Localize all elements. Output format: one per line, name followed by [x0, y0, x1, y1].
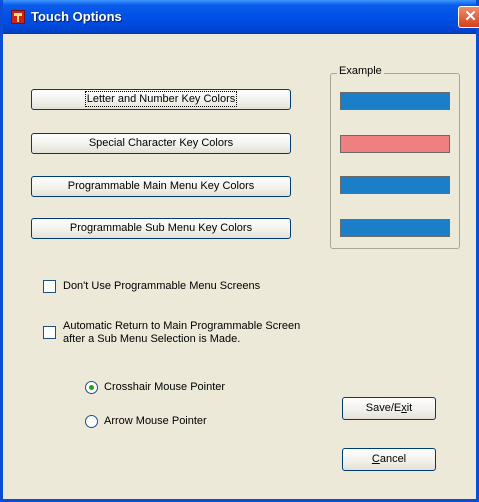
save-exit-button[interactable]: Save/Exit — [342, 397, 436, 420]
save-exit-label: Save/Exit — [365, 402, 413, 414]
letter-number-color-swatch — [340, 92, 450, 110]
special-character-colors-label: Special Character Key Colors — [88, 137, 234, 149]
sub-menu-colors-button[interactable]: Programmable Sub Menu Key Colors — [31, 218, 291, 239]
app-icon — [11, 10, 25, 24]
crosshair-pointer-radio[interactable] — [85, 381, 98, 394]
sub-menu-colors-label: Programmable Sub Menu Key Colors — [69, 222, 253, 234]
close-button[interactable]: ✕ — [458, 6, 479, 28]
main-menu-colors-label: Programmable Main Menu Key Colors — [67, 180, 255, 192]
sub-menu-color-swatch — [340, 219, 450, 237]
arrow-pointer-label: Arrow Mouse Pointer — [104, 415, 207, 427]
special-character-colors-button[interactable]: Special Character Key Colors — [31, 133, 291, 154]
example-legend: Example — [337, 65, 384, 77]
special-character-color-swatch — [340, 135, 450, 153]
dont-use-programmable-label: Don't Use Programmable Menu Screens — [63, 280, 261, 292]
window-title: Touch Options — [31, 9, 122, 24]
auto-return-label: Automatic Return to Main Programmable Sc… — [63, 320, 301, 345]
main-menu-colors-button[interactable]: Programmable Main Menu Key Colors — [31, 176, 291, 197]
auto-return-checkbox[interactable] — [43, 326, 56, 339]
dont-use-programmable-checkbox[interactable] — [43, 280, 56, 293]
cancel-label: Cancel — [371, 453, 407, 465]
title-bar[interactable]: Touch Options ✕ — [3, 0, 479, 34]
letter-number-colors-button[interactable]: Letter and Number Key Colors — [31, 89, 291, 110]
letter-number-colors-label: Letter and Number Key Colors — [84, 91, 238, 107]
main-menu-color-swatch — [340, 176, 450, 194]
cancel-button[interactable]: Cancel — [342, 448, 436, 471]
crosshair-pointer-label: Crosshair Mouse Pointer — [104, 381, 226, 393]
arrow-pointer-radio[interactable] — [85, 415, 98, 428]
